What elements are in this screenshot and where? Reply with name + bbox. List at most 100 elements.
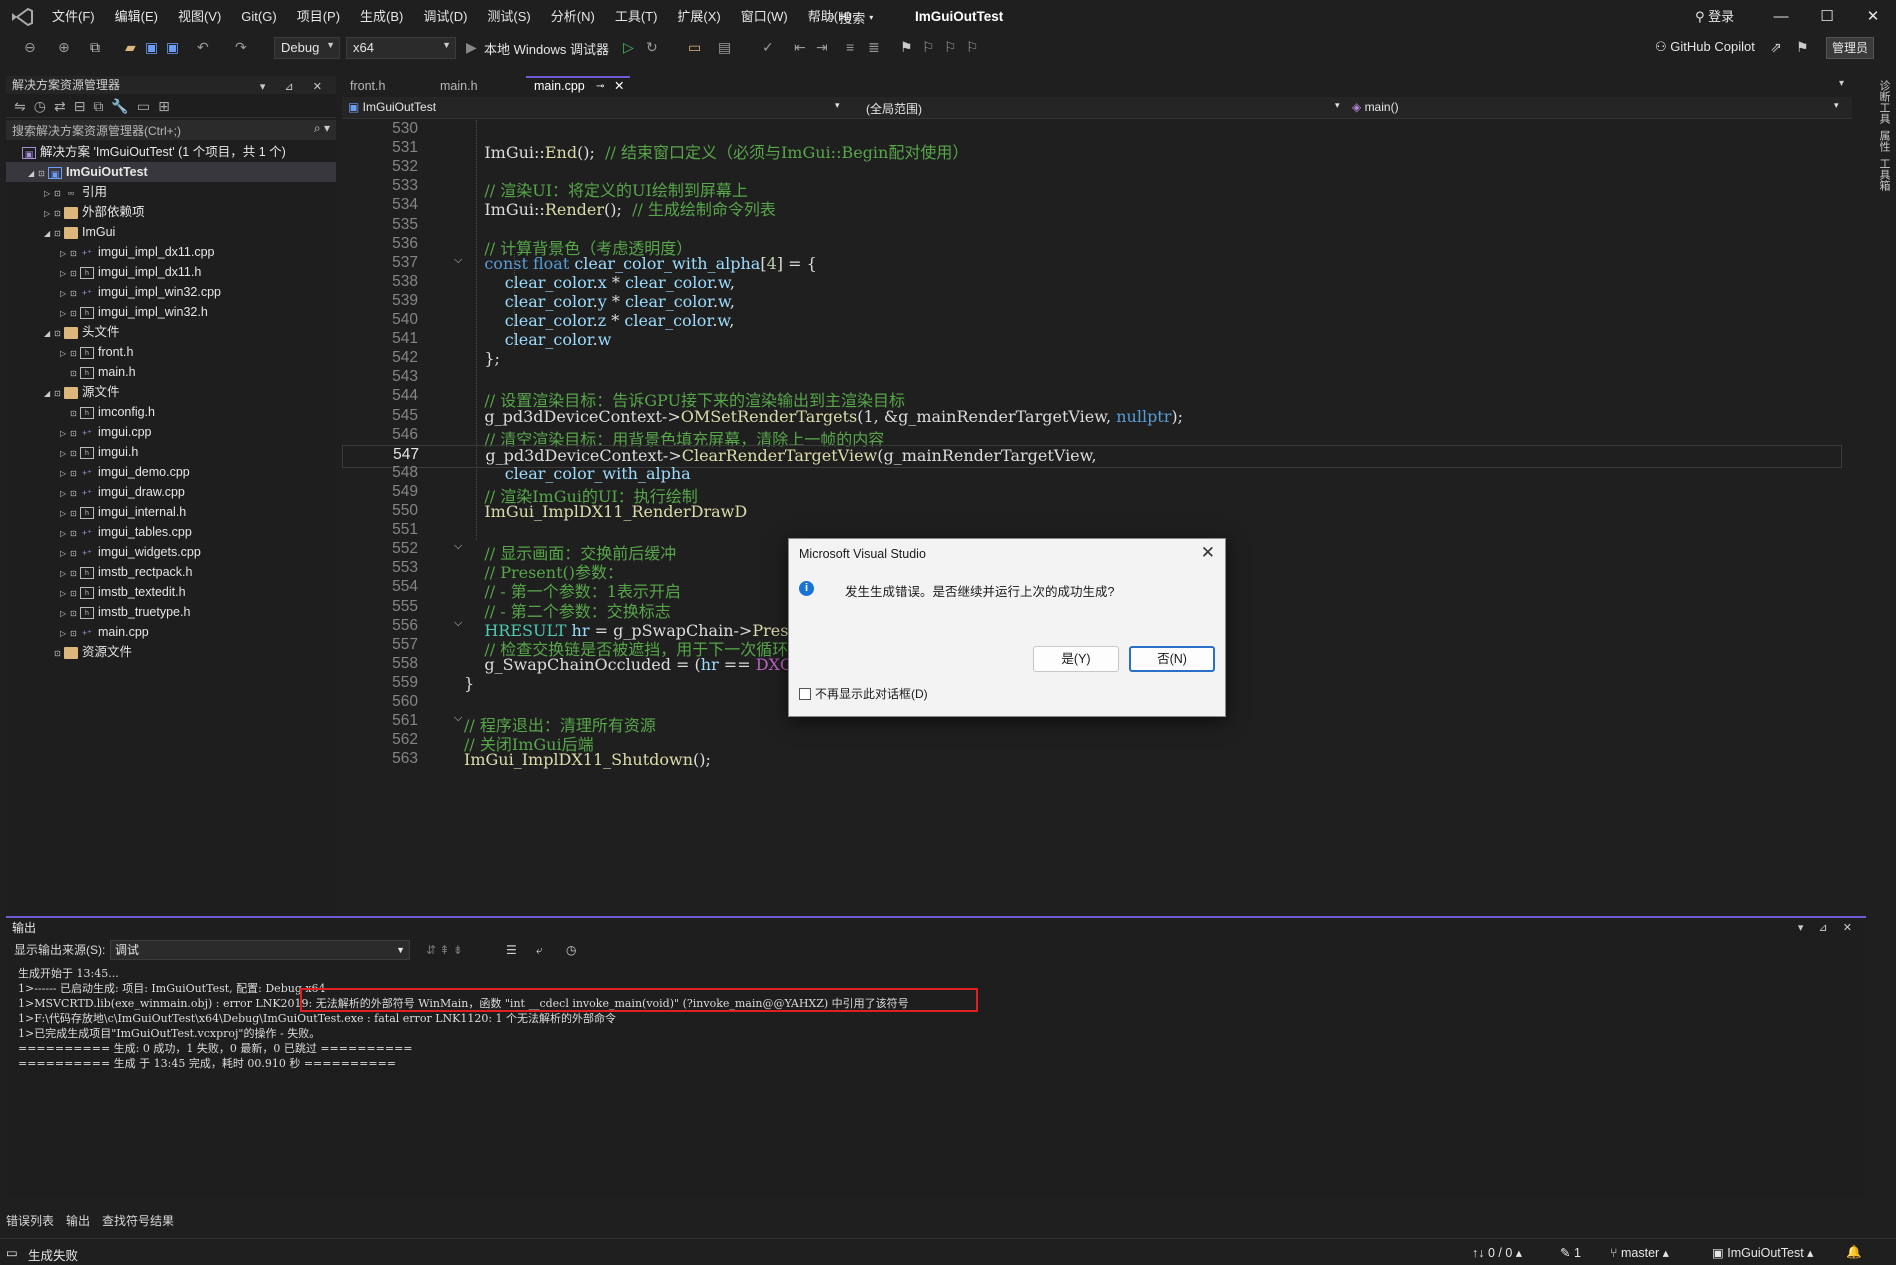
tree-item[interactable]: ◢ ⊡ 源文件 <box>6 382 336 402</box>
redo-icon[interactable]: ↷ <box>235 39 247 57</box>
expander-icon[interactable]: ▷ <box>60 304 70 324</box>
editor-scrollbar[interactable] <box>1852 120 1866 912</box>
expander-icon[interactable]: ▷ <box>60 444 70 464</box>
tab-main-h[interactable]: main.h <box>432 76 506 96</box>
expander-icon[interactable]: ◢ <box>44 224 54 244</box>
tree-item[interactable]: ▷ ⊡ +⁺ imgui_demo.cpp <box>6 462 336 482</box>
menu-item[interactable]: 编辑(E) <box>105 0 168 34</box>
configuration-select[interactable]: Debug ▼ <box>274 37 340 59</box>
spellcheck-icon[interactable]: ✓ <box>762 39 774 57</box>
clear-all-icon[interactable]: ☰ <box>506 938 517 962</box>
save-icon[interactable]: ▣ <box>145 39 158 57</box>
menu-item[interactable]: Git(G) <box>231 0 286 34</box>
sync-icon[interactable]: ⇋ <box>14 98 26 114</box>
toolbox-tab[interactable]: 工具箱 <box>1876 158 1892 191</box>
git-branch[interactable]: ⑂ master ▴ <box>1610 1245 1669 1260</box>
tree-item[interactable]: ▷ ⊡ h front.h <box>6 342 336 362</box>
tree-item[interactable]: ▷ ⊡ h imgui.h <box>6 442 336 462</box>
tab-error-list[interactable]: 错误列表 <box>6 1212 54 1230</box>
project-dropdown[interactable]: ▣ ImGuiOutTest <box>348 100 436 114</box>
code-editor[interactable]: 530 531 ImGui::End(); // 结束窗口定义（必须与ImGui:… <box>342 120 1852 912</box>
expander-icon[interactable]: ▷ <box>60 624 70 644</box>
pending-edits[interactable]: ✎ 1 <box>1560 1245 1581 1260</box>
prev-bookmark-icon[interactable]: ⚐ <box>922 39 935 57</box>
class-view-icon[interactable]: ⊞ <box>158 98 170 114</box>
menu-item[interactable]: 文件(F) <box>42 0 105 34</box>
notifications-icon[interactable]: 🔔 <box>1846 1245 1862 1260</box>
tree-item[interactable]: ▷ ⊡ ▫▫ 引用 <box>6 182 336 202</box>
forward-icon[interactable]: ⊕ <box>58 39 70 57</box>
expander-icon[interactable]: ▷ <box>60 524 70 544</box>
clear-bookmarks-icon[interactable]: ⚐ <box>966 39 979 57</box>
tree-item[interactable]: ▷ ⊡ 外部依赖项 <box>6 202 336 222</box>
feedback-icon[interactable]: ⚑ <box>1796 39 1809 57</box>
maximize-button[interactable]: ☐ <box>1804 0 1850 34</box>
tree-item[interactable]: ▷ ⊡ +⁺ imgui_draw.cpp <box>6 482 336 502</box>
tree-item[interactable]: ⊡ h main.h <box>6 362 336 382</box>
scope-dropdown[interactable]: (全局范围) <box>866 100 922 117</box>
tab-front-h[interactable]: front.h <box>342 76 416 96</box>
expander-icon[interactable]: ◢ <box>28 164 38 184</box>
folder-icon[interactable]: ▭ <box>688 39 701 57</box>
platform-select[interactable]: x64 ▼ <box>346 37 456 59</box>
copilot-button[interactable]: ⚇ GitHub Copilot <box>1655 39 1755 55</box>
dialog-close-button[interactable]: ✕ <box>1201 543 1215 563</box>
close-window-button[interactable]: ✕ <box>1850 0 1896 34</box>
tab-overflow-icon[interactable]: ▾ <box>1839 78 1844 89</box>
expander-icon[interactable]: ◢ <box>44 384 54 404</box>
tab-find-symbol[interactable]: 查找符号结果 <box>102 1212 174 1230</box>
expander-icon[interactable]: ▷ <box>60 244 70 264</box>
tree-item[interactable]: ▷ ⊡ h imgui_impl_win32.h <box>6 302 336 322</box>
save-all-icon[interactable]: ▣ <box>166 39 179 57</box>
tree-item[interactable]: ▷ ⊡ +⁺ imgui_impl_dx11.cpp <box>6 242 336 262</box>
tree-item[interactable]: ▷ ⊡ +⁺ imgui_widgets.cpp <box>6 542 336 562</box>
expander-icon[interactable]: ▷ <box>60 344 70 364</box>
fold-chevron-icon[interactable]: ⌵ <box>454 254 462 267</box>
close-tab-icon[interactable]: ✕ <box>614 78 624 95</box>
comment-icon[interactable]: ≡ <box>846 39 854 57</box>
expander-icon[interactable]: ▷ <box>60 564 70 584</box>
expander-icon[interactable]: ▷ <box>60 284 70 304</box>
properties-icon[interactable]: 🔧 <box>111 98 128 114</box>
expander-icon[interactable]: ▷ <box>44 184 54 204</box>
tree-item[interactable]: ▷ ⊡ h imgui_impl_dx11.h <box>6 262 336 282</box>
search-box[interactable]: ⌕ 搜索 ▾ <box>828 6 873 28</box>
tree-item[interactable]: ◢ ⊡ ▣ ImGuiOutTest <box>6 162 336 182</box>
checkbox-box[interactable] <box>799 687 811 700</box>
menu-item[interactable]: 调试(D) <box>413 0 477 34</box>
menu-item[interactable]: 分析(N) <box>541 0 605 34</box>
next-bookmark-icon[interactable]: ⚐ <box>944 39 957 57</box>
tree-item[interactable]: ▷ ⊡ h imstb_rectpack.h <box>6 562 336 582</box>
expander-icon[interactable]: ▷ <box>60 484 70 504</box>
repository[interactable]: ▣ ImGuiOutTest ▴ <box>1712 1245 1813 1260</box>
show-all-icon[interactable]: ⧉ <box>93 98 103 114</box>
menu-item[interactable]: 项目(P) <box>287 0 350 34</box>
tab-output[interactable]: 输出 <box>66 1212 90 1230</box>
expander-icon[interactable]: ▷ <box>60 504 70 524</box>
solution-search-input[interactable]: 搜索解决方案资源管理器(Ctrl+;) ⌕ ▾ <box>6 120 336 140</box>
outdent-icon[interactable]: ⇥ <box>816 39 828 57</box>
back-icon[interactable]: ⊖ <box>24 39 36 57</box>
output-panel-controls[interactable]: ▾ ⊿ ✕ <box>1798 918 1858 938</box>
run-target-button[interactable]: 本地 Windows 调试器 <box>484 39 609 58</box>
indent-icon[interactable]: ⇤ <box>794 39 806 57</box>
tree-item[interactable]: ▷ ⊡ +⁺ main.cpp <box>6 622 336 642</box>
restart-icon[interactable]: ↻ <box>646 39 658 57</box>
expander-icon[interactable]: ▷ <box>44 204 54 224</box>
fold-chevron-icon[interactable]: ⌵ <box>454 617 462 630</box>
history-icon[interactable]: ◷ <box>34 98 46 114</box>
expander-icon[interactable]: ▷ <box>60 584 70 604</box>
tab-main-cpp[interactable]: main.cpp ⊸ ✕ <box>526 76 630 96</box>
fold-chevron-icon[interactable]: ⌵ <box>454 540 462 553</box>
expander-icon[interactable]: ▷ <box>60 424 70 444</box>
tree-item[interactable]: ⊡ 资源文件 <box>6 642 336 662</box>
start-without-debug-icon[interactable]: ▷ <box>623 39 634 57</box>
menu-item[interactable]: 测试(S) <box>477 0 540 34</box>
undo-icon[interactable]: ↶ <box>197 39 209 57</box>
pin-icon[interactable]: ⊸ <box>596 78 604 95</box>
login-button[interactable]: ⚲ 登录 <box>1695 6 1734 25</box>
preview-icon[interactable]: ▭ <box>137 98 150 114</box>
find-message-icon[interactable]: ⇵ ⇞ ⇟ <box>426 938 463 962</box>
diagnostic-tools-tab[interactable]: 诊断工具 <box>1876 80 1892 124</box>
tree-item[interactable]: ▷ ⊡ +⁺ imgui.cpp <box>6 422 336 442</box>
